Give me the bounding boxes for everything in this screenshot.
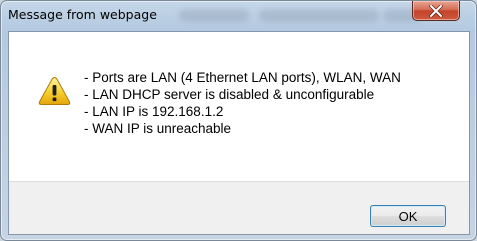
- dialog-window: Message from webpage - Ports are LAN (4 …: [0, 0, 477, 241]
- ok-button[interactable]: OK: [370, 205, 446, 227]
- blurred-background: [259, 9, 379, 22]
- message-text: - Ports are LAN (4 Ethernet LAN ports), …: [84, 69, 401, 137]
- close-icon: [413, 1, 459, 20]
- dialog-body: - Ports are LAN (4 Ethernet LAN ports), …: [8, 31, 470, 235]
- title-bar[interactable]: Message from webpage: [1, 1, 476, 31]
- message-line: - LAN IP is 192.168.1.2: [84, 104, 224, 119]
- button-bar: OK: [9, 181, 469, 234]
- message-line: - LAN DHCP server is disabled & unconfig…: [84, 87, 375, 102]
- message-line: - Ports are LAN (4 Ethernet LAN ports), …: [84, 70, 401, 85]
- message-line: - WAN IP is unreachable: [84, 121, 232, 136]
- dialog-title: Message from webpage: [8, 7, 157, 22]
- close-button[interactable]: [412, 1, 460, 21]
- blurred-background: [179, 9, 249, 22]
- warning-icon: [38, 76, 71, 106]
